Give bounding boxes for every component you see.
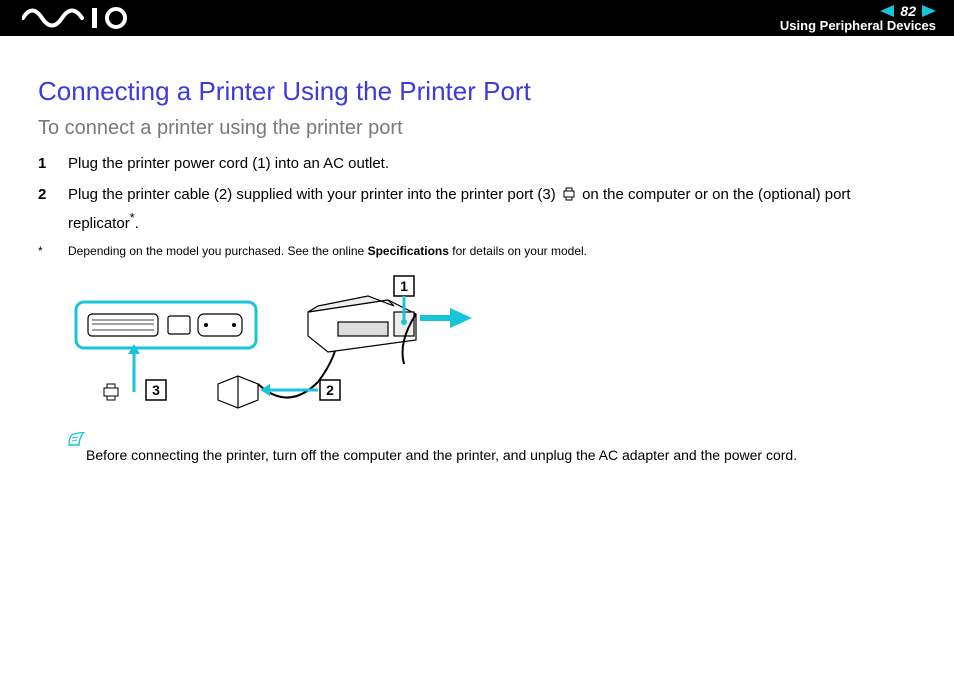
step-1: 1 Plug the printer power cord (1) into a… xyxy=(38,152,924,175)
prev-page-button[interactable] xyxy=(880,5,894,17)
page-content: Connecting a Printer Using the Printer P… xyxy=(0,36,954,466)
header-bar: 82 Using Peripheral Devices xyxy=(0,0,954,36)
vaio-logo xyxy=(22,7,132,29)
note: Before connecting the printer, turn off … xyxy=(68,445,924,466)
diagram-label-1: 1 xyxy=(400,278,408,294)
header-right: 82 Using Peripheral Devices xyxy=(780,4,936,32)
note-text: Before connecting the printer, turn off … xyxy=(86,445,797,466)
step-text: Plug the printer cable (2) supplied with… xyxy=(68,183,924,235)
page-nav: 82 xyxy=(880,4,936,18)
footnote: * Depending on the model you purchased. … xyxy=(38,243,924,260)
printer-port-icon xyxy=(562,185,576,208)
section-title: Using Peripheral Devices xyxy=(780,19,936,32)
connection-diagram: 3 2 1 xyxy=(68,272,924,437)
step-number: 2 xyxy=(38,183,68,206)
diagram-label-2: 2 xyxy=(326,382,334,398)
next-page-button[interactable] xyxy=(922,5,936,17)
diagram-label-3: 3 xyxy=(152,382,160,398)
page-subtitle: To connect a printer using the printer p… xyxy=(38,117,924,140)
page-title: Connecting a Printer Using the Printer P… xyxy=(38,76,924,107)
page-number: 82 xyxy=(900,4,916,18)
footnote-mark: * xyxy=(38,243,68,260)
footnote-text: Depending on the model you purchased. Se… xyxy=(68,243,587,260)
step-number: 1 xyxy=(38,152,68,175)
note-icon xyxy=(68,431,86,445)
step-2: 2 Plug the printer cable (2) supplied wi… xyxy=(38,183,924,235)
step-text: Plug the printer power cord (1) into an … xyxy=(68,152,924,175)
